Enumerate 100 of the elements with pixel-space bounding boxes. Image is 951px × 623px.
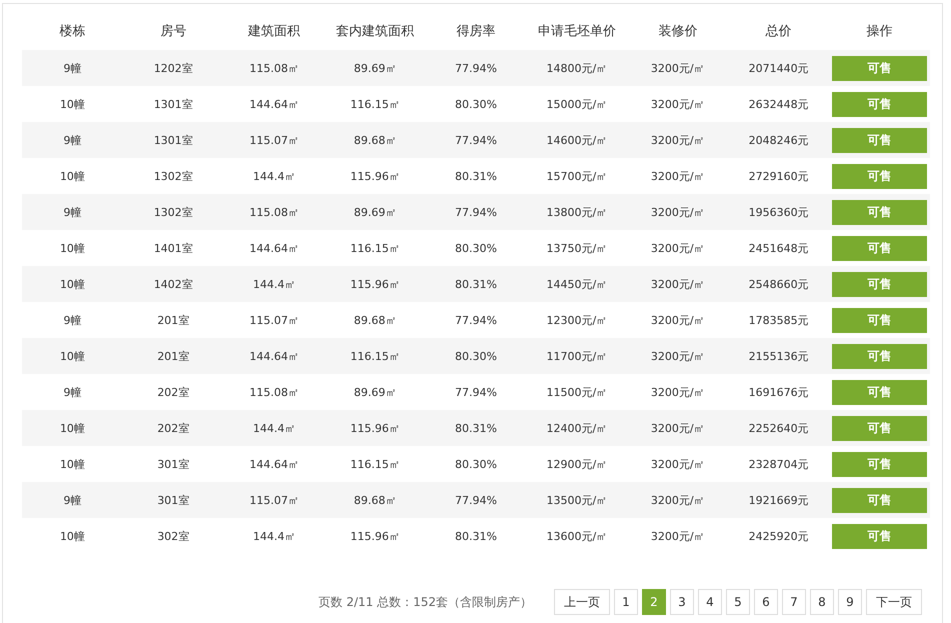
table-cell-text: 201室	[156, 312, 190, 328]
table-cell-text: 116.15㎡	[349, 348, 401, 364]
available-button[interactable]: 可售	[832, 452, 928, 476]
table-cell-text: 1921669元	[748, 492, 810, 508]
table-cell-text: 201室	[156, 348, 190, 364]
table-cell-text: 77.94%	[454, 386, 498, 398]
page-button[interactable]: 7	[782, 589, 806, 615]
next-page-button[interactable]: 下一页	[866, 589, 922, 615]
table-cell-text: 12300元/㎡	[546, 312, 608, 328]
available-button[interactable]: 可售	[832, 236, 928, 260]
table-cell-text: 115.07㎡	[248, 492, 300, 508]
table-cell-text: 80.30%	[454, 242, 498, 254]
page-button[interactable]: 3	[670, 589, 694, 615]
table-cell-text: 1202室	[152, 60, 194, 76]
table-cell-text: 2729160元	[748, 168, 810, 184]
table-cell-text: 14600元/㎡	[546, 132, 608, 148]
table-cell-text: 89.68㎡	[352, 132, 398, 148]
available-button[interactable]: 可售	[832, 524, 928, 548]
table-cell-text: 115.96㎡	[349, 528, 401, 544]
available-button[interactable]: 可售	[832, 164, 928, 188]
table-cell-text: 115.96㎡	[349, 168, 401, 184]
table-cell-text: 302室	[156, 528, 190, 544]
table-cell-text: 10幢	[58, 420, 86, 436]
table-cell-text: 9幢	[62, 204, 82, 220]
table-cell-text: 77.94%	[454, 134, 498, 146]
page-button[interactable]: 1	[614, 589, 638, 615]
column-header: 楼栋	[58, 22, 86, 40]
column-header: 得房率	[455, 22, 496, 40]
page-button[interactable]: 5	[726, 589, 750, 615]
table-cell-text: 301室	[156, 492, 190, 508]
table-cell-text: 1301室	[152, 96, 194, 112]
table-cell-text: 144.4㎡	[252, 276, 296, 292]
table-cell-text: 3200元/㎡	[650, 348, 706, 364]
table-cell-text: 3200元/㎡	[650, 492, 706, 508]
table-cell-text: 1302室	[152, 168, 194, 184]
table-cell-text: 13800元/㎡	[546, 204, 608, 220]
page-button[interactable]: 6	[754, 589, 778, 615]
table-cell-text: 89.68㎡	[352, 492, 398, 508]
available-button[interactable]: 可售	[832, 380, 928, 404]
table-cell-text: 3200元/㎡	[650, 240, 706, 256]
page-button[interactable]: 2	[642, 589, 666, 615]
available-button[interactable]: 可售	[832, 308, 928, 332]
table-cell-text: 9幢	[62, 384, 82, 400]
table-cell-text: 202室	[156, 420, 190, 436]
available-button[interactable]: 可售	[832, 416, 928, 440]
table-cell-text: 10幢	[58, 528, 86, 544]
table-cell-text: 3200元/㎡	[650, 528, 706, 544]
table-cell-text: 89.69㎡	[352, 384, 398, 400]
table-cell-text: 77.94%	[454, 314, 498, 326]
table-cell-text: 15700元/㎡	[546, 168, 608, 184]
table-cell-text: 2328704元	[748, 456, 810, 472]
available-button[interactable]: 可售	[832, 56, 928, 80]
table-cell-text: 1691676元	[748, 384, 810, 400]
table-cell-text: 10幢	[58, 348, 86, 364]
table-cell-text: 3200元/㎡	[650, 168, 706, 184]
available-button[interactable]: 可售	[832, 92, 928, 116]
table-cell-text: 1301室	[152, 132, 194, 148]
table-cell-text: 2048246元	[748, 132, 810, 148]
page-button[interactable]: 9	[838, 589, 862, 615]
available-button[interactable]: 可售	[832, 344, 928, 368]
table-cell-text: 202室	[156, 384, 190, 400]
table-cell-text: 144.4㎡	[252, 168, 296, 184]
table-cell-text: 10幢	[58, 240, 86, 256]
table-cell-text: 13750元/㎡	[546, 240, 608, 256]
table-cell-text: 3200元/㎡	[650, 312, 706, 328]
table-cell-text: 10幢	[58, 96, 86, 112]
table-cell-text: 3200元/㎡	[650, 204, 706, 220]
table-cell-text: 115.07㎡	[248, 132, 300, 148]
column-header: 套内建筑面积	[335, 22, 416, 40]
table-cell-text: 115.07㎡	[248, 312, 300, 328]
table-cell-text: 9幢	[62, 312, 82, 328]
column-header: 申请毛坯单价	[536, 22, 617, 40]
table-cell-text: 15000元/㎡	[546, 96, 608, 112]
available-button[interactable]: 可售	[832, 128, 928, 152]
table-cell-text: 10幢	[58, 456, 86, 472]
table-cell-text: 80.31%	[454, 278, 498, 290]
table-cell-text: 9幢	[62, 60, 82, 76]
table-cell-text: 80.30%	[454, 98, 498, 110]
table-cell-text: 2548660元	[748, 276, 810, 292]
table-cell-text: 14450元/㎡	[546, 276, 608, 292]
table-cell-text: 2451648元	[748, 240, 810, 256]
table-cell-text: 3200元/㎡	[650, 384, 706, 400]
table-cell-text: 89.68㎡	[352, 312, 398, 328]
previous-page-button[interactable]: 上一页	[554, 589, 610, 615]
available-button[interactable]: 可售	[832, 272, 928, 296]
table-cell-text: 1401室	[152, 240, 194, 256]
table-cell-text: 3200元/㎡	[650, 60, 706, 76]
table-cell-text: 13600元/㎡	[546, 528, 608, 544]
table-cell-text: 80.31%	[454, 170, 498, 182]
available-button[interactable]: 可售	[832, 488, 928, 512]
table-cell-text: 14800元/㎡	[546, 60, 608, 76]
page-button[interactable]: 8	[810, 589, 834, 615]
table-cell-text: 144.64㎡	[248, 456, 300, 472]
table-cell-text: 11700元/㎡	[546, 348, 608, 364]
table-cell-text: 9幢	[62, 492, 82, 508]
table-cell-text: 3200元/㎡	[650, 420, 706, 436]
table-cell-text: 3200元/㎡	[650, 96, 706, 112]
page-button[interactable]: 4	[698, 589, 722, 615]
table-cell-text: 9幢	[62, 132, 82, 148]
available-button[interactable]: 可售	[832, 200, 928, 224]
